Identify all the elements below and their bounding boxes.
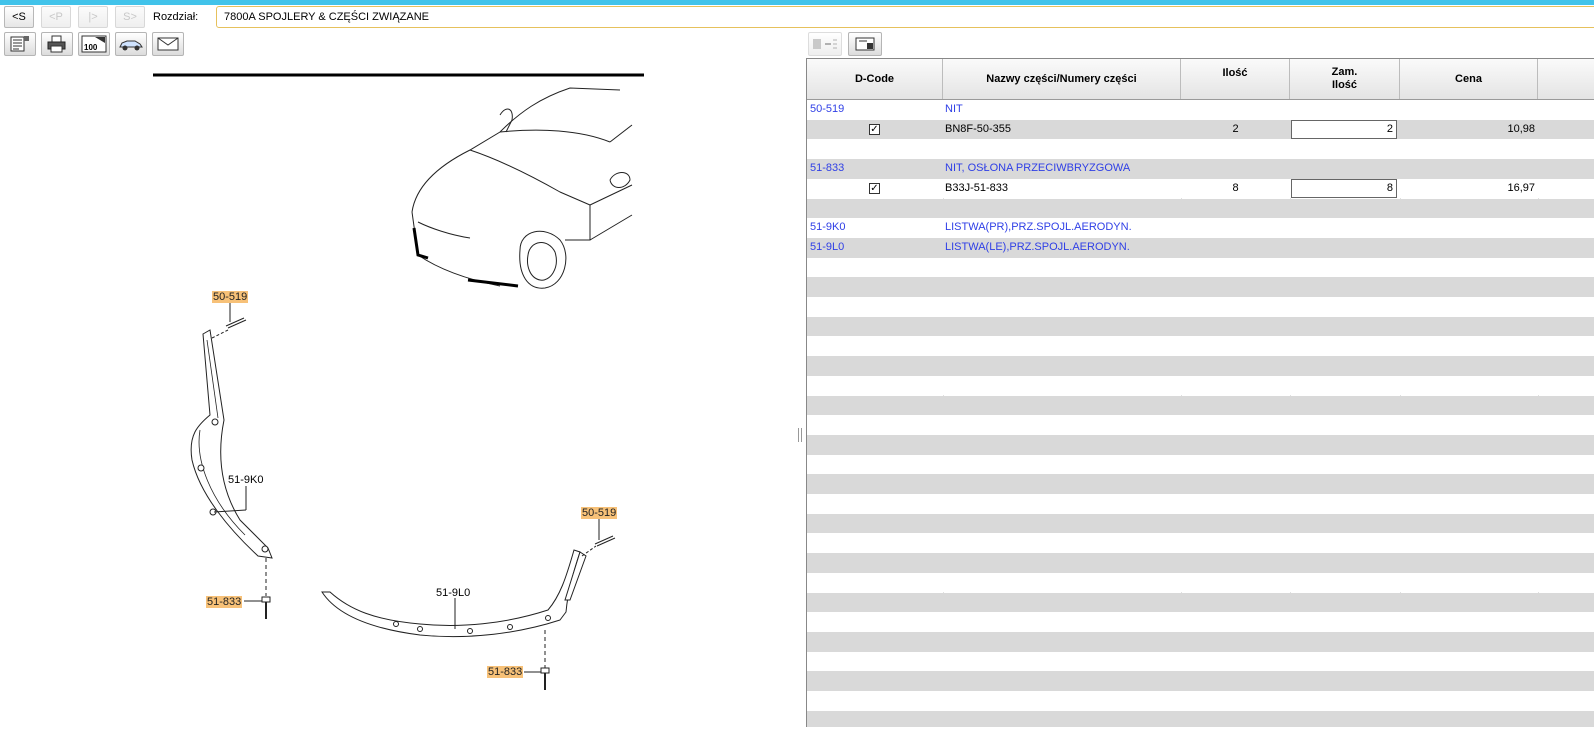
part-group-name[interactable]: NIT [945, 100, 963, 119]
next-page-button[interactable]: |> [78, 6, 108, 28]
parts-list-icon[interactable] [4, 32, 36, 56]
parts-table: D-Code Nazwy części/Numery części Ilość … [806, 58, 1594, 727]
table-row[interactable]: 51-9K0 LISTWA(PR),PRZ.SPOJL.AERODYN. [807, 218, 1594, 238]
callout-50-519[interactable]: 50-519 [212, 291, 249, 303]
table-row[interactable] [807, 356, 1594, 376]
zoom-100-icon-graphic: 100 [81, 35, 107, 53]
dcode-link[interactable]: 51-9L0 [810, 238, 844, 257]
mail-icon-graphic [157, 37, 179, 51]
callout-51-833[interactable]: 51-833 [206, 596, 243, 608]
part-select-checkbox[interactable]: ✓ [869, 182, 880, 194]
export-icon[interactable] [848, 32, 882, 56]
table-row[interactable] [807, 316, 1594, 337]
dcode-link[interactable]: 51-9K0 [810, 218, 845, 237]
table-row[interactable] [807, 631, 1594, 652]
column-header-dcode[interactable]: D-Code [807, 59, 943, 99]
price-value: 10,98 [1507, 122, 1535, 135]
add-to-cart-icon[interactable] [808, 32, 842, 56]
callout-51-9k0[interactable]: 51-9K0 [228, 474, 263, 486]
order-quantity-input[interactable]: 2 [1291, 119, 1397, 139]
table-row[interactable] [807, 710, 1594, 727]
table-row[interactable] [807, 691, 1594, 711]
section-field[interactable]: 7800A SPOJLERY & CZĘŚCI ZWIĄZANE [216, 6, 1594, 28]
part-group-name[interactable]: LISTWA(LE),PRZ.SPOJL.AERODYN. [945, 238, 1130, 257]
table-row[interactable] [807, 434, 1594, 455]
table-row[interactable] [807, 257, 1594, 278]
parts-list-icon-graphic [10, 36, 29, 52]
previous-page-button[interactable]: <P [41, 6, 71, 28]
column-header-part-name[interactable]: Nazwy części/Numery części [943, 59, 1181, 99]
part-number: BN8F-50-355 [945, 122, 1012, 135]
window-top-bar [0, 0, 1594, 5]
table-row[interactable] [807, 572, 1594, 593]
part-number: B33J-51-833 [945, 181, 1008, 194]
column-header-price[interactable]: Cena [1400, 59, 1538, 99]
column-header-quantity[interactable]: Ilość [1181, 59, 1290, 99]
mail-icon[interactable] [152, 32, 184, 56]
print-icon-graphic [47, 35, 66, 53]
table-header: D-Code Nazwy części/Numery części Ilość … [807, 59, 1594, 100]
part-select-checkbox[interactable]: ✓ [869, 123, 880, 135]
dcode-link[interactable]: 50-519 [810, 100, 844, 119]
table-row[interactable] [807, 592, 1594, 613]
column-header-order-quantity[interactable]: Zam. Ilość [1290, 59, 1400, 99]
parts-diagram-drawing [153, 73, 644, 690]
parts-diagram[interactable] [0, 60, 800, 727]
callout-51-9l0[interactable]: 51-9L0 [436, 587, 470, 599]
table-row[interactable] [807, 474, 1594, 494]
table-row[interactable] [807, 297, 1594, 317]
dcode-link[interactable]: 51-833 [810, 159, 844, 178]
table-row[interactable] [807, 553, 1594, 573]
price-value: 16,97 [1507, 181, 1535, 194]
table-row[interactable] [807, 375, 1594, 396]
print-icon[interactable] [41, 32, 73, 56]
part-group-name[interactable]: LISTWA(PR),PRZ.SPOJL.AERODYN. [945, 218, 1132, 237]
table-row[interactable] [807, 336, 1594, 357]
table-row[interactable] [807, 198, 1594, 219]
table-row[interactable] [807, 533, 1594, 554]
next-section-button[interactable]: S> [115, 6, 145, 28]
column-header-extra [1538, 59, 1594, 99]
table-row[interactable]: ✓ B33J-51-833 8 8 16,97 [807, 178, 1594, 199]
table-row[interactable]: 51-9L0 LISTWA(LE),PRZ.SPOJL.AERODYN. [807, 237, 1594, 258]
vehicle-icon-graphic [119, 40, 143, 51]
table-row[interactable] [807, 671, 1594, 691]
part-group-name[interactable]: NIT, OSŁONA PRZECIWBRYZGOWA [945, 159, 1130, 178]
export-icon-graphic [855, 37, 875, 51]
table-row[interactable] [807, 651, 1594, 672]
table-row[interactable] [807, 139, 1594, 160]
table-row[interactable]: 50-519 NIT [807, 100, 1594, 120]
table-row[interactable] [807, 415, 1594, 435]
back-to-section-button[interactable]: <S [4, 6, 34, 28]
quantity-value: 8 [1232, 181, 1239, 194]
section-label: Rozdział: [153, 11, 199, 23]
table-row[interactable]: ✓ BN8F-50-355 2 2 10,98 [807, 119, 1594, 140]
callout-50-519[interactable]: 50-519 [581, 507, 618, 519]
table-row[interactable]: 51-833 NIT, OSŁONA PRZECIWBRYZGOWA [807, 159, 1594, 179]
vehicle-icon[interactable] [115, 32, 147, 56]
svg-text:100: 100 [84, 43, 98, 52]
panel-splitter[interactable] [798, 428, 802, 442]
order-quantity-input[interactable]: 8 [1291, 178, 1397, 198]
zoom-100-icon[interactable]: 100 [78, 32, 110, 56]
table-row[interactable] [807, 513, 1594, 534]
table-row[interactable] [807, 612, 1594, 632]
table-row[interactable] [807, 277, 1594, 297]
callout-51-833[interactable]: 51-833 [487, 666, 524, 678]
table-row[interactable] [807, 395, 1594, 416]
table-row[interactable] [807, 494, 1594, 514]
add-to-cart-icon-graphic [813, 39, 837, 49]
table-row[interactable] [807, 454, 1594, 475]
quantity-value: 2 [1232, 122, 1239, 135]
